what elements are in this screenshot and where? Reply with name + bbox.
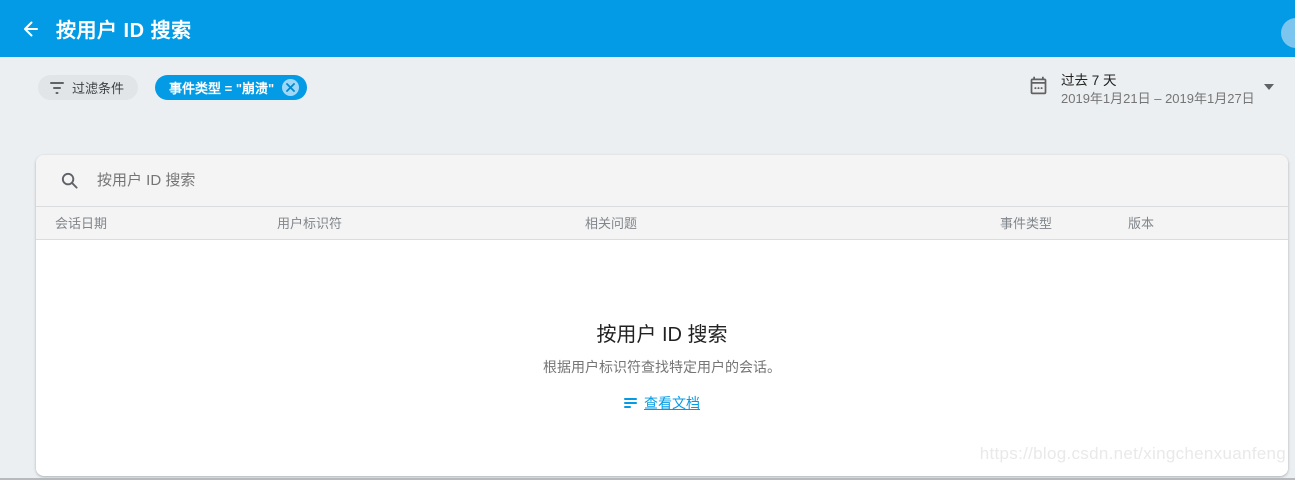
docs-icon — [624, 397, 637, 409]
view-docs-link[interactable]: 查看文档 — [624, 393, 700, 413]
column-header-user-identifier: 用户标识符 — [277, 216, 343, 231]
avatar[interactable] — [1281, 18, 1295, 48]
search-bar — [36, 155, 1288, 207]
user-id-search-input[interactable] — [97, 172, 1264, 189]
column-header-session-date: 会话日期 — [55, 216, 108, 231]
date-range-texts: 过去 7 天 2019年1月21日 – 2019年1月27日 — [1061, 72, 1255, 107]
page: 按用户 ID 搜索 过滤条件 事件类型 = "崩溃" 过去 7 天 2019年1… — [0, 0, 1295, 480]
calendar-icon — [1030, 76, 1047, 95]
column-header-event-type: 事件类型 — [1000, 216, 1053, 231]
date-range-picker[interactable]: 过去 7 天 2019年1月21日 – 2019年1月27日 — [1028, 72, 1280, 107]
remove-filter-button[interactable] — [282, 79, 300, 96]
date-range-value: 2019年1月21日 – 2019年1月27日 — [1061, 91, 1255, 106]
filter-button-label: 过滤条件 — [72, 81, 125, 96]
empty-state: 按用户 ID 搜索 根据用户标识符查找特定用户的会话。 查看文档 https:/… — [36, 240, 1288, 474]
date-range-label: 过去 7 天 — [1061, 73, 1117, 88]
close-icon — [286, 83, 296, 92]
page-title: 按用户 ID 搜索 — [56, 20, 192, 42]
empty-state-description: 根据用户标识符查找特定用户的会话。 — [543, 359, 781, 375]
app-bar: 按用户 ID 搜索 — [0, 0, 1295, 57]
empty-state-title: 按用户 ID 搜索 — [596, 324, 728, 346]
filter-button[interactable]: 过滤条件 — [38, 75, 139, 100]
watermark-text: https://blog.csdn.net/xingchenxuanfeng — [979, 444, 1286, 463]
column-header-version: 版本 — [1128, 216, 1155, 231]
filter-icon — [50, 81, 64, 94]
view-docs-link-label: 查看文档 — [644, 395, 700, 411]
column-header-related-issues: 相关问题 — [585, 216, 638, 231]
chevron-down-icon[interactable] — [1264, 84, 1274, 90]
active-filter-chip[interactable]: 事件类型 = "崩溃" — [155, 75, 308, 100]
arrow-left-icon — [24, 21, 38, 36]
active-filter-chip-label: 事件类型 = "崩溃" — [169, 81, 275, 96]
search-icon — [61, 172, 78, 189]
table-header: 会话日期 用户标识符 相关问题 事件类型 版本 — [36, 207, 1288, 240]
sessions-card: 会话日期 用户标识符 相关问题 事件类型 版本 按用户 ID 搜索 根据用户标识… — [36, 155, 1288, 476]
back-button[interactable] — [12, 11, 48, 47]
